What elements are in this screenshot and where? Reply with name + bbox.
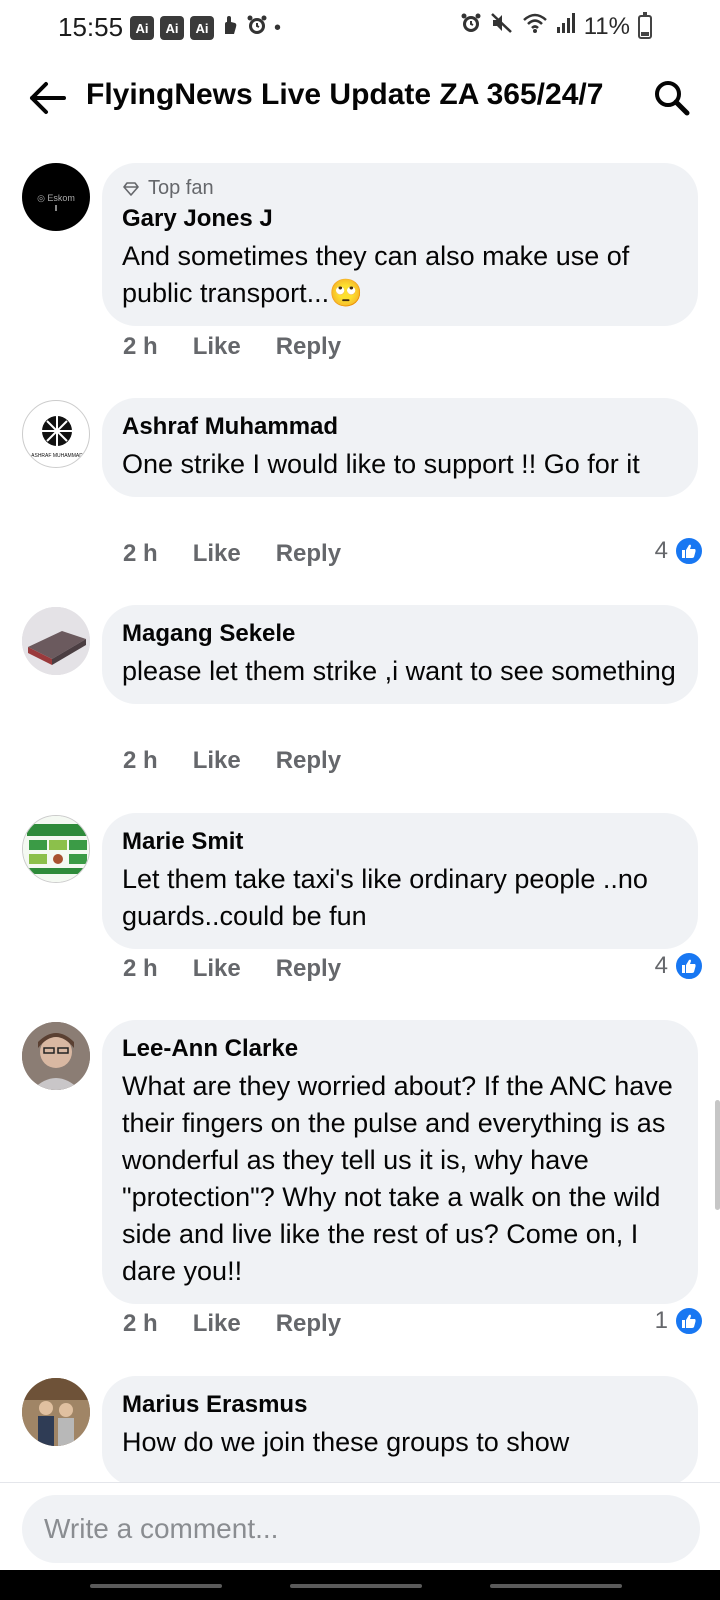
comment-author[interactable]: Ashraf Muhammad: [122, 412, 678, 442]
reaction-summary[interactable]: 4: [655, 536, 704, 566]
battery-icon: [638, 11, 652, 39]
comment-author[interactable]: Lee-Ann Clarke: [122, 1034, 678, 1064]
status-time: 15:55: [58, 12, 124, 42]
search-icon: [655, 81, 690, 116]
diamond-icon: [123, 181, 139, 196]
system-nav-bar: [0, 1570, 720, 1600]
like-button[interactable]: Like: [193, 955, 241, 983]
comment-author[interactable]: Marius Erasmus: [122, 1390, 678, 1420]
comment-text: One strike I would like to support !! Go…: [122, 449, 640, 479]
recent-apps-button[interactable]: [90, 1584, 222, 1588]
reaction-summary[interactable]: 4: [655, 951, 704, 981]
thumbs-up-icon: [674, 951, 704, 981]
comment-actions: 2 h Like Reply: [123, 540, 341, 568]
comment-bubble[interactable]: Lee-Ann Clarke What are they worried abo…: [102, 1020, 698, 1304]
comment-bubble[interactable]: Top fan Gary Jones J And sometimes they …: [102, 163, 698, 326]
status-bar: 15:55 Ai Ai Ai • 11%: [0, 0, 720, 56]
comment-author[interactable]: Magang Sekele: [122, 619, 678, 649]
comment-author[interactable]: Marie Smit: [122, 827, 678, 857]
comment-actions: 2 h Like Reply: [123, 1310, 341, 1338]
search-button[interactable]: [650, 76, 694, 120]
reply-button[interactable]: Reply: [276, 540, 341, 568]
wifi-icon: [522, 12, 548, 41]
page-title: FlyingNews Live Update ZA 365/24/7: [86, 78, 604, 111]
comment-time[interactable]: 2 h: [123, 955, 158, 983]
arrow-left-icon: [30, 82, 66, 114]
ai-badge-icon: Ai: [130, 16, 154, 40]
reaction-summary[interactable]: 1: [655, 1306, 704, 1336]
like-button[interactable]: Like: [193, 333, 241, 361]
ai-badge-icon: Ai: [160, 16, 184, 40]
reaction-count: 4: [654, 952, 668, 979]
top-fan-badge: Top fan: [122, 177, 678, 200]
thumbs-up-icon: [674, 536, 704, 566]
reply-button[interactable]: Reply: [276, 1310, 341, 1338]
svg-text:◎ Eskom: ◎ Eskom: [37, 193, 75, 203]
comment-time[interactable]: 2 h: [123, 333, 158, 361]
avatar[interactable]: ◎ Eskom: [22, 163, 90, 231]
like-button[interactable]: Like: [193, 540, 241, 568]
home-button[interactable]: [290, 1584, 422, 1588]
comment-input[interactable]: [22, 1495, 700, 1563]
reply-button[interactable]: Reply: [276, 333, 341, 361]
status-system-icons: 11%: [460, 11, 652, 41]
comment-time[interactable]: 2 h: [123, 747, 158, 775]
comment-text: How do we join these groups to show: [122, 1427, 570, 1457]
ai-badge-icon: Ai: [190, 16, 214, 40]
comment-bubble[interactable]: Ashraf Muhammad One strike I would like …: [102, 398, 698, 497]
status-notification-icons: Ai Ai Ai •: [130, 14, 281, 42]
like-button[interactable]: Like: [193, 747, 241, 775]
comment-text: Let them take taxi's like ordinary peopl…: [122, 864, 648, 931]
comment-time[interactable]: 2 h: [123, 1310, 158, 1338]
top-fan-label: Top fan: [148, 177, 214, 199]
avatar[interactable]: ASHRAF MUHAMMAD: [22, 400, 90, 468]
reply-button[interactable]: Reply: [276, 747, 341, 775]
avatar[interactable]: [22, 607, 90, 675]
alarm-clock-icon: [246, 14, 268, 42]
hand-icon: [220, 14, 240, 42]
comment-bubble[interactable]: Magang Sekele please let them strike ,i …: [102, 605, 698, 704]
comment-text: please let them strike ,i want to see so…: [122, 656, 676, 686]
comment-text: What are they worried about? If the ANC …: [122, 1071, 673, 1286]
comment-author[interactable]: Gary Jones J: [122, 204, 678, 234]
battery-percent: 11%: [583, 12, 630, 40]
reaction-count: 1: [654, 1307, 668, 1334]
comment-actions: 2 h Like Reply: [123, 747, 341, 775]
reply-button[interactable]: Reply: [276, 955, 341, 983]
comment-actions: 2 h Like Reply: [123, 333, 341, 361]
back-button[interactable]: [26, 76, 70, 120]
thumbs-up-icon: [674, 1306, 704, 1336]
comment-composer: [0, 1482, 720, 1570]
signal-icon: [556, 12, 576, 41]
system-back-button[interactable]: [490, 1584, 622, 1588]
avatar[interactable]: [22, 1022, 90, 1090]
comment-time[interactable]: 2 h: [123, 540, 158, 568]
avatar[interactable]: [22, 1378, 90, 1446]
scrollbar[interactable]: [715, 1100, 720, 1210]
mute-icon: [490, 12, 514, 41]
comment-bubble[interactable]: Marius Erasmus How do we join these grou…: [102, 1376, 698, 1486]
dot-icon: •: [274, 17, 282, 39]
alarm-icon: [460, 12, 482, 41]
comment-text: And sometimes they can also make use of …: [122, 241, 630, 308]
avatar[interactable]: [22, 815, 90, 883]
comment-bubble[interactable]: Marie Smit Let them take taxi's like ord…: [102, 813, 698, 949]
reaction-count: 4: [654, 537, 668, 564]
svg-text:ASHRAF MUHAMMAD: ASHRAF MUHAMMAD: [31, 453, 83, 459]
like-button[interactable]: Like: [193, 1310, 241, 1338]
comment-actions: 2 h Like Reply: [123, 955, 341, 983]
page-header: FlyingNews Live Update ZA 365/24/7: [0, 56, 720, 140]
